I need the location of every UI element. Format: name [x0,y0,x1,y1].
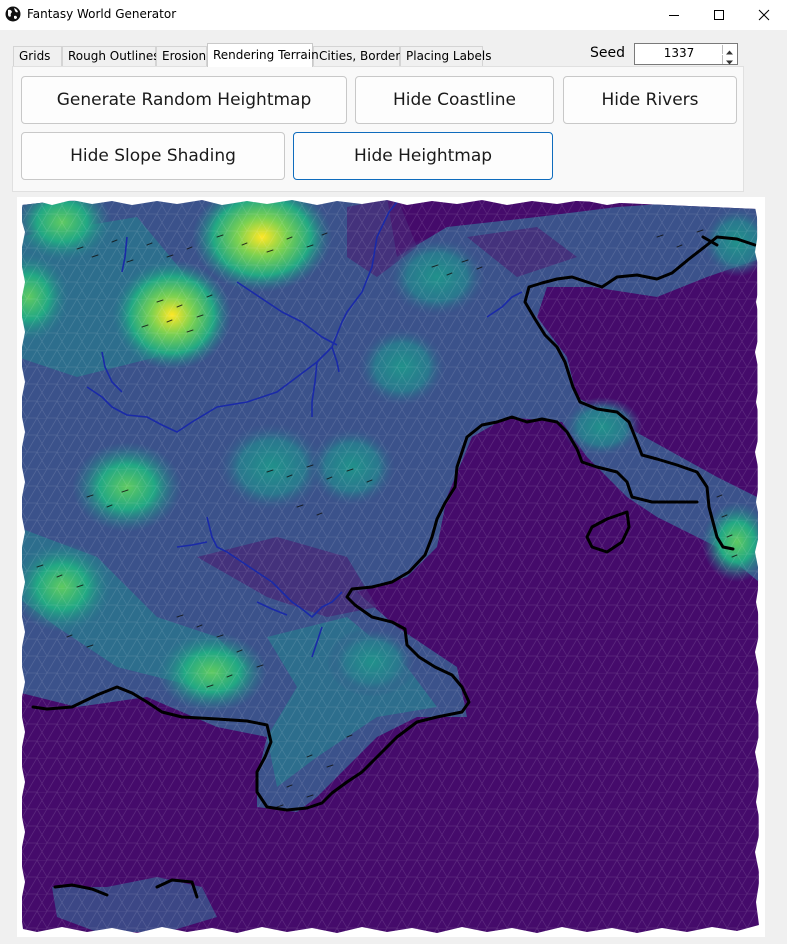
hide-coastline-button[interactable]: Hide Coastline [355,76,554,124]
spin-down-button[interactable] [722,55,736,65]
minimize-icon [668,6,680,25]
tab-label: Placing Labels [406,49,492,63]
globe-icon [5,6,21,22]
close-icon [758,6,770,25]
hide-rivers-button[interactable]: Hide Rivers [563,76,737,124]
terrain-map-canvas [17,197,765,937]
tab-label: Rough Outlines [68,49,160,63]
hide-slope-shading-button[interactable]: Hide Slope Shading [21,132,285,180]
tab-label: Cities, Borders [319,49,407,63]
mesh-overlay [22,199,759,937]
seed-label: Seed [590,45,625,61]
tab-placing-labels[interactable]: Placing Labels [400,46,492,66]
seed-input[interactable]: 1337 [634,43,738,65]
tab-cities-borders[interactable]: Cities, Borders [313,46,407,66]
maximize-icon [713,6,725,25]
tab-label: Grids [19,49,51,63]
tab-label: Rendering Terrain [213,48,319,62]
hide-heightmap-button[interactable]: Hide Heightmap [293,132,553,180]
minimize-button[interactable] [651,0,697,30]
tab-grids[interactable]: Grids [13,46,62,66]
terrain-map[interactable] [17,197,765,937]
window-title: Fantasy World Generator [27,7,177,21]
generate-heightmap-button[interactable]: Generate Random Heightmap [21,76,347,124]
tab-erosion[interactable]: Erosion [156,46,207,66]
tab-label: Erosion [162,49,207,63]
close-button[interactable] [741,0,787,30]
tab-panel: Generate Random Heightmap Hide Coastline… [12,66,744,192]
tab-rough-outlines[interactable]: Rough Outlines [62,46,160,66]
maximize-button[interactable] [696,0,742,30]
tab-rendering-terrain[interactable]: Rendering Terrain [207,43,319,67]
title-bar: Fantasy World Generator [0,0,787,30]
seed-value: 1337 [663,46,695,60]
